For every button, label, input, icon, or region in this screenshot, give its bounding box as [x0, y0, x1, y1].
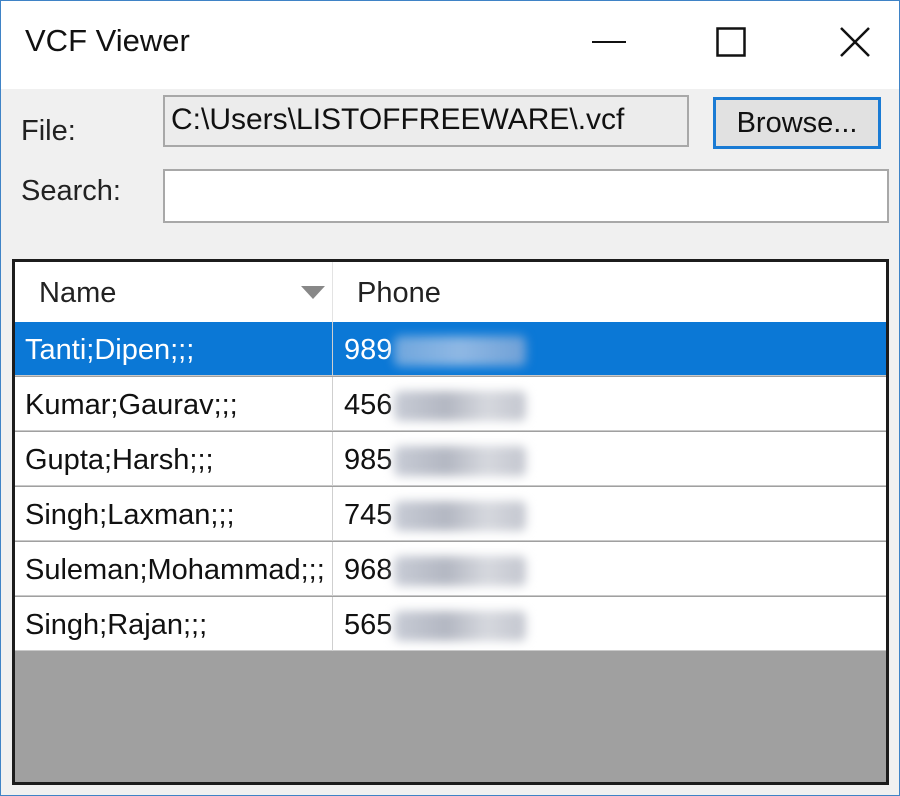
table-row[interactable]: Singh;Laxman;;; 745	[15, 487, 886, 541]
phone-value: 989	[344, 334, 393, 366]
search-label: Search:	[21, 175, 121, 207]
sort-down-icon	[301, 286, 325, 299]
phone-cell: 985	[335, 432, 886, 486]
phone-value: 565	[344, 609, 393, 641]
maximize-icon	[716, 27, 746, 57]
window-title: VCF Viewer	[25, 23, 190, 58]
vcf-viewer-window: VCF Viewer File: C:\Users\LISTOFFREEWARE…	[0, 0, 900, 796]
table-row[interactable]: Kumar;Gaurav;;; 456	[15, 377, 886, 431]
minimize-button[interactable]	[573, 11, 645, 73]
name-cell: Tanti;Dipen;;;	[15, 322, 333, 376]
name-cell: Suleman;Mohammad;;;	[15, 542, 333, 596]
table-row[interactable]: Singh;Rajan;;; 565	[15, 597, 886, 651]
name-cell: Gupta;Harsh;;;	[15, 432, 333, 486]
blurred-redaction	[394, 556, 527, 587]
maximize-button[interactable]	[695, 11, 767, 73]
phone-cell: 456	[335, 377, 886, 431]
phone-value: 968	[344, 554, 393, 586]
title-bar[interactable]: VCF Viewer	[1, 1, 899, 89]
blurred-redaction	[394, 611, 527, 642]
file-path-field[interactable]: C:\Users\LISTOFFREEWARE\.vcf	[163, 95, 689, 147]
column-header-phone-label: Phone	[357, 277, 441, 309]
blurred-redaction	[394, 336, 527, 367]
phone-value: 745	[344, 499, 393, 531]
blurred-redaction	[394, 446, 527, 477]
browse-button[interactable]: Browse...	[713, 97, 881, 149]
column-header-name[interactable]: Name	[15, 262, 333, 322]
name-cell: Singh;Rajan;;;	[15, 597, 333, 651]
file-label: File:	[21, 115, 76, 147]
phone-value: 456	[344, 389, 393, 421]
search-input[interactable]	[163, 169, 889, 223]
name-cell: Singh;Laxman;;;	[15, 487, 333, 541]
close-icon	[840, 27, 870, 57]
phone-cell: 968	[335, 542, 886, 596]
list-header: Name Phone	[15, 262, 886, 323]
name-cell: Kumar;Gaurav;;;	[15, 377, 333, 431]
phone-cell: 745	[335, 487, 886, 541]
minimize-icon	[592, 41, 626, 43]
contacts-list[interactable]: Name Phone Tanti;Dipen;;; 989 Kumar;Gaur…	[12, 259, 889, 785]
table-row[interactable]: Tanti;Dipen;;; 989	[15, 322, 886, 376]
phone-cell: 989	[335, 322, 886, 376]
column-header-phone[interactable]: Phone	[335, 262, 886, 322]
table-row[interactable]: Suleman;Mohammad;;; 968	[15, 542, 886, 596]
blurred-redaction	[394, 501, 527, 532]
phone-cell: 565	[335, 597, 886, 651]
column-header-name-label: Name	[39, 277, 117, 309]
close-button[interactable]	[819, 11, 891, 73]
table-row[interactable]: Gupta;Harsh;;; 985	[15, 432, 886, 486]
phone-value: 985	[344, 444, 393, 476]
blurred-redaction	[394, 391, 527, 422]
